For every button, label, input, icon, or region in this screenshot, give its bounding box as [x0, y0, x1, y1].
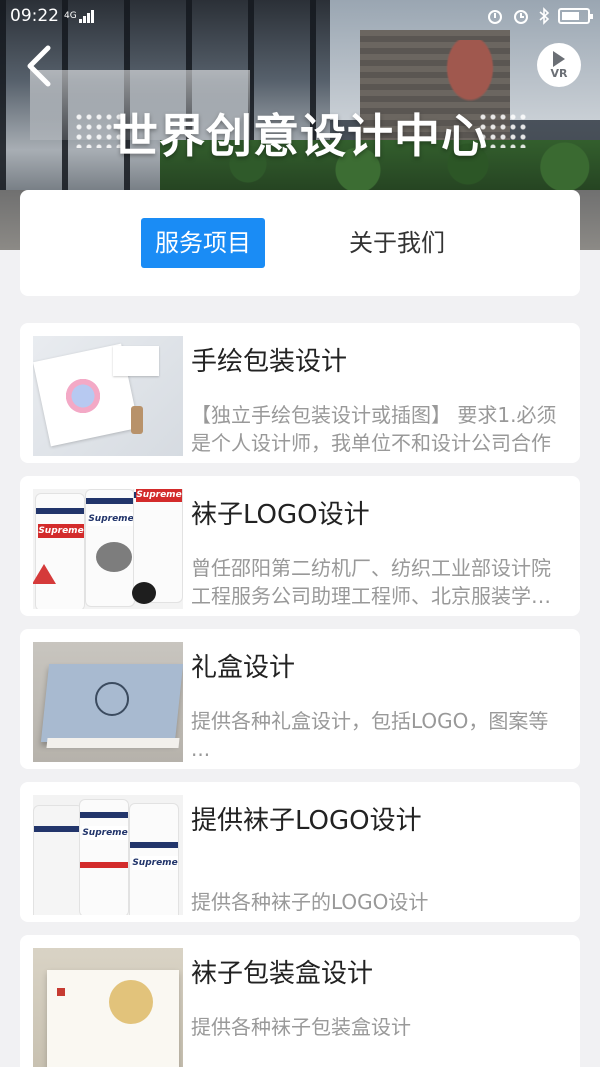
- clock-icon: [514, 10, 528, 24]
- play-icon: [553, 51, 565, 67]
- list-item[interactable]: Supreme Supreme 提供袜子LOGO设计 提供各种袜子的LOGO设计: [20, 782, 580, 922]
- thumbnail-image: Supreme Supreme Supreme: [33, 489, 183, 609]
- status-bar: 09:22 4G: [0, 0, 600, 32]
- tab-about-us[interactable]: 关于我们: [335, 218, 459, 268]
- signal-icon: [78, 10, 94, 23]
- list-item[interactable]: 礼盒设计 提供各种礼盒设计，包括LOGO，图案等 ...: [20, 629, 580, 769]
- network-indicator: 4G: [64, 10, 77, 21]
- service-list: 手绘包装设计 【独立手绘包装设计或插图】 要求1.必须是个人设计师，我单位不和设…: [20, 323, 580, 1067]
- tab-bar: 服务项目 关于我们: [20, 190, 580, 296]
- item-title: 提供袜子LOGO设计: [191, 806, 422, 836]
- chevron-left-icon: [27, 45, 51, 87]
- page-title: 世界创意设计中心: [112, 109, 488, 163]
- thumbnail-image: [33, 948, 183, 1067]
- item-description: 【独立手绘包装设计或插图】 要求1.必须是个人设计师，我单位不和设计公司合作: [191, 403, 557, 455]
- tab-services[interactable]: 服务项目: [141, 218, 265, 268]
- list-item[interactable]: Supreme Supreme Supreme 袜子LOGO设计 曾任邵阳第二纺…: [20, 476, 580, 616]
- vr-label: VR: [550, 67, 568, 80]
- item-title: 手绘包装设计: [191, 347, 348, 377]
- item-description: 提供各种礼盒设计，包括LOGO，图案等 ...: [191, 709, 549, 761]
- item-description: 提供各种袜子的LOGO设计: [191, 890, 429, 914]
- list-item[interactable]: 袜子包装盒设计 提供各种袜子包装盒设计: [20, 935, 580, 1067]
- item-title: 袜子包装盒设计: [191, 959, 374, 989]
- vr-button[interactable]: VR: [537, 43, 581, 87]
- battery-icon: [558, 8, 593, 24]
- status-time: 09:22: [10, 6, 59, 26]
- item-description: 曾任邵阳第二纺机厂、纺织工业部设计院工程服务公司助理工程师、北京服装学院教师: [191, 556, 551, 608]
- item-description: 提供各种袜子包装盒设计: [191, 1015, 411, 1039]
- bluetooth-icon: [539, 7, 550, 25]
- app-screen: 09:22 4G VR 世界创意设计中心 服务项目 关于我们 手绘包装设计 【独…: [0, 0, 600, 1067]
- list-item[interactable]: 手绘包装设计 【独立手绘包装设计或插图】 要求1.必须是个人设计师，我单位不和设…: [20, 323, 580, 463]
- thumbnail-image: Supreme Supreme: [33, 795, 183, 915]
- item-title: 礼盒设计: [191, 653, 296, 683]
- back-button[interactable]: [22, 44, 62, 88]
- item-title: 袜子LOGO设计: [191, 500, 370, 530]
- thumbnail-image: [33, 336, 183, 456]
- thumbnail-image: [33, 642, 183, 762]
- alarm-icon: [488, 10, 502, 24]
